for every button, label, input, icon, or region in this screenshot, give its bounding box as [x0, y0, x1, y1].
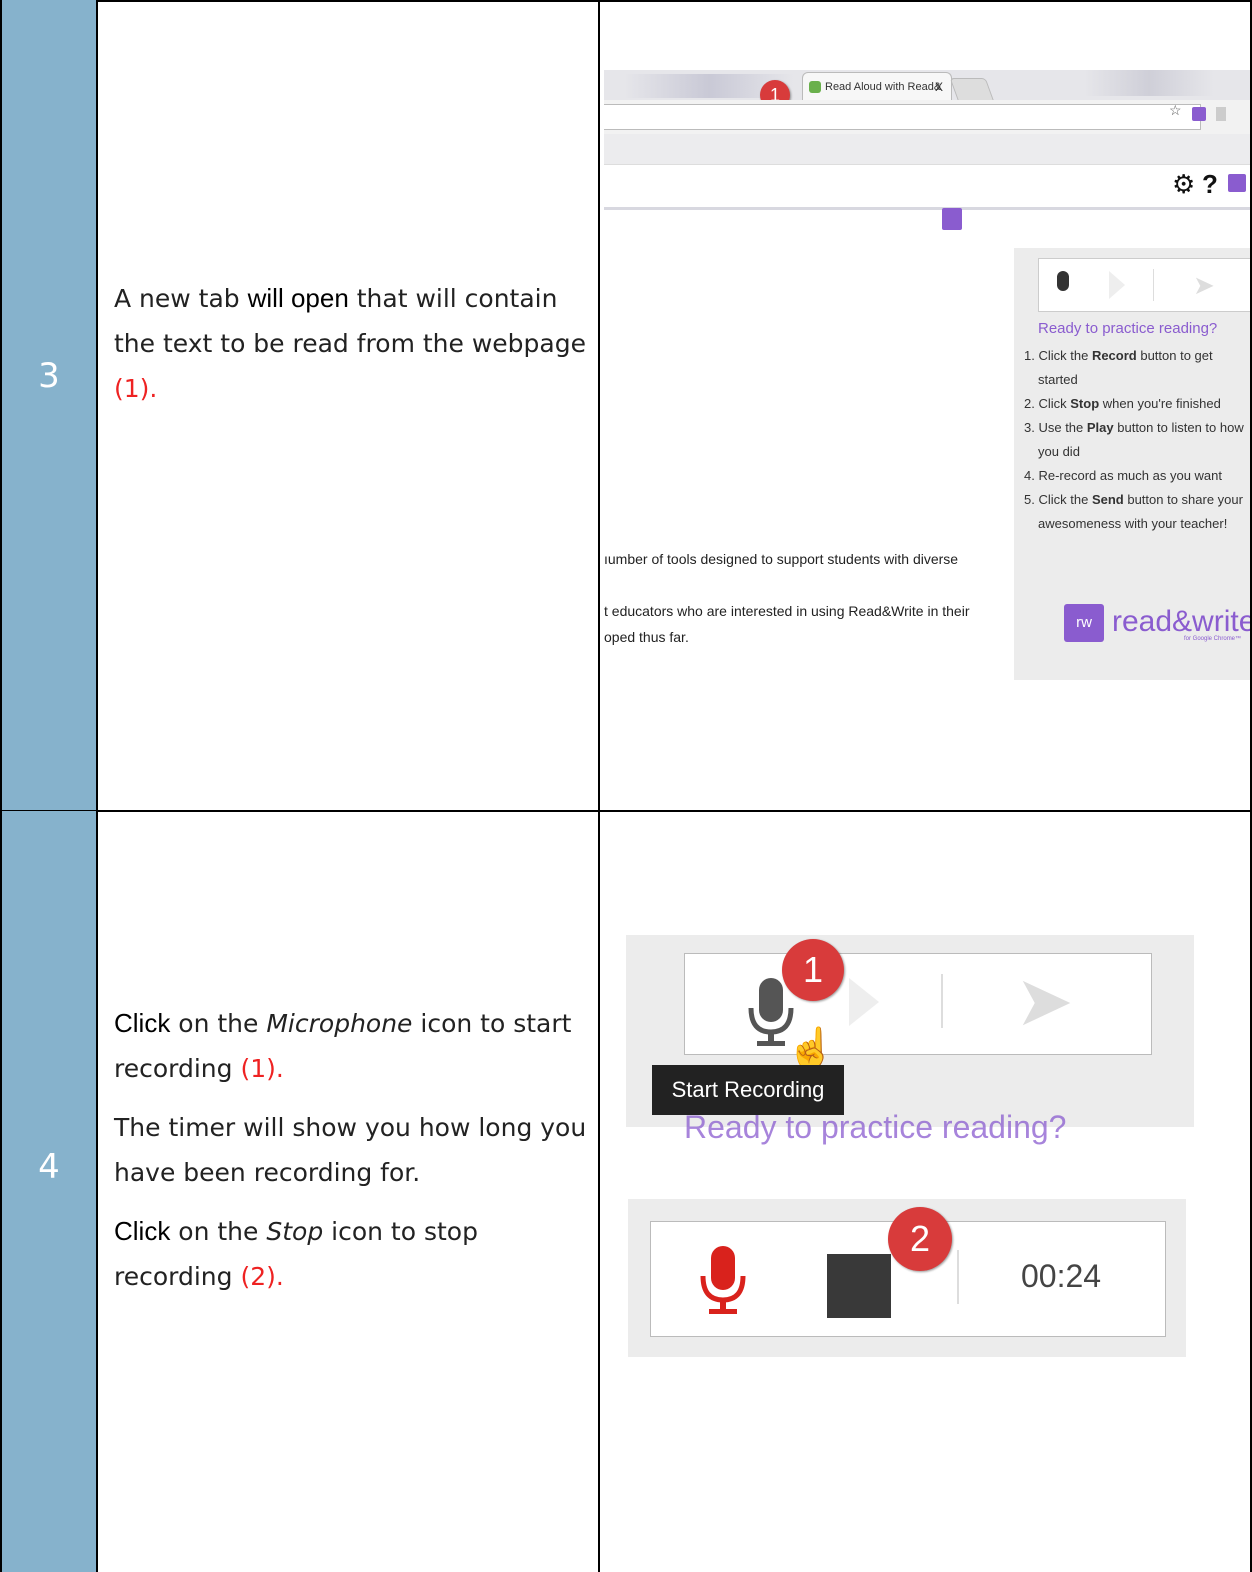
list-item: 2. Click Stop when you're finished: [1024, 396, 1221, 411]
step-number: 4: [38, 1147, 60, 1187]
help-icon[interactable]: ?: [1202, 169, 1218, 199]
send-icon[interactable]: ➤: [1015, 962, 1074, 1040]
tab-read-aloud[interactable]: Read Aloud with Read& X: [802, 72, 952, 100]
callout-badge-1: 1: [782, 939, 844, 1001]
step-row-3: 3 A new tab will open that will contain …: [0, 0, 1252, 811]
bookmarks-bar: [604, 134, 1250, 165]
step-text-cell: Click on the Microphone icon to start re…: [98, 811, 600, 1572]
instruction-table: 3 A new tab will open that will contain …: [0, 0, 1252, 1572]
step-description: Click on the Microphone icon to start re…: [114, 1008, 587, 1291]
play-icon[interactable]: [849, 978, 879, 1026]
callout-ref: (1).: [114, 374, 158, 403]
send-icon[interactable]: ➤: [1193, 271, 1215, 299]
recorder-controls: ➤: [1038, 258, 1250, 312]
callout-ref: (1).: [240, 1054, 284, 1083]
instructions-list: 1. Click the Record button to get starte…: [1024, 344, 1248, 536]
favicon-icon: [809, 81, 821, 93]
step-screenshot-cell: Read Aloud with Read& X 1 ☆ ⚙ ? ➤ Ready …: [600, 0, 1252, 811]
address-bar-row: ☆: [604, 100, 1250, 135]
step-screenshot-cell: ➤ 1 ☝ Ready to practice reading? Start R…: [600, 811, 1252, 1572]
address-field[interactable]: [604, 104, 1201, 130]
step-number-cell: 4: [0, 811, 98, 1572]
stop-icon[interactable]: [827, 1254, 891, 1318]
extension-icon[interactable]: [1216, 107, 1226, 121]
step-text-cell: A new tab will open that will contain th…: [98, 0, 600, 811]
step-description: A new tab will open that will contain th…: [114, 283, 586, 403]
step-row-4: 4 Click on the Microphone icon to start …: [0, 811, 1252, 1572]
bookmark-star-icon[interactable]: ☆: [1169, 102, 1182, 119]
readwrite-toggle-icon[interactable]: [942, 208, 962, 230]
list-item: 1. Click the Record button to get starte…: [1024, 348, 1213, 387]
browser-screenshot: Read Aloud with Read& X 1 ☆ ⚙ ? ➤ Ready …: [604, 70, 1250, 680]
readwrite-button-icon[interactable]: [1228, 174, 1246, 192]
microphone-recording-icon[interactable]: [695, 1246, 751, 1316]
practice-reading-panel: ➤ Ready to practice reading? 1. Click th…: [1014, 248, 1250, 680]
microphone-icon[interactable]: [1057, 271, 1069, 291]
list-item: 4. Re-record as much as you want: [1024, 468, 1222, 483]
new-tab-button[interactable]: [949, 78, 995, 102]
panel-heading: Ready to practice reading?: [1038, 320, 1218, 337]
list-item: 5. Click the Send button to share your a…: [1024, 492, 1243, 531]
play-icon[interactable]: [1109, 271, 1125, 299]
page-toolbar: ⚙ ?: [604, 165, 1250, 210]
start-recording-tooltip: Start Recording: [652, 1065, 844, 1115]
panel-heading: Ready to practice reading?: [684, 1109, 1067, 1145]
readwrite-logo: rw read&write for Google Chrome™: [1064, 600, 1250, 646]
recording-timer: 00:24: [1021, 1258, 1102, 1294]
close-icon[interactable]: X: [935, 73, 943, 101]
callout-badge-2: 2: [888, 1207, 952, 1271]
page-body-text: ıumber of tools designed to support stud…: [604, 551, 970, 645]
step-number: 3: [38, 356, 60, 396]
list-item: 3. Use the Play button to listen to how …: [1024, 420, 1244, 459]
callout-ref: (2).: [240, 1262, 284, 1291]
recorder-controls: ➤: [684, 953, 1152, 1055]
tab-title: Read Aloud with Read&: [825, 81, 942, 93]
start-recording-screenshot: ➤ 1 ☝ Ready to practice reading? Start R…: [626, 935, 1194, 1143]
recording-screenshot: 00:24 2: [628, 1199, 1186, 1357]
step-number-cell: 3: [0, 0, 98, 811]
gear-icon[interactable]: ⚙: [1172, 169, 1195, 199]
readwrite-extension-icon[interactable]: [1192, 107, 1206, 121]
tab-strip: Read Aloud with Read& X: [604, 70, 1250, 102]
